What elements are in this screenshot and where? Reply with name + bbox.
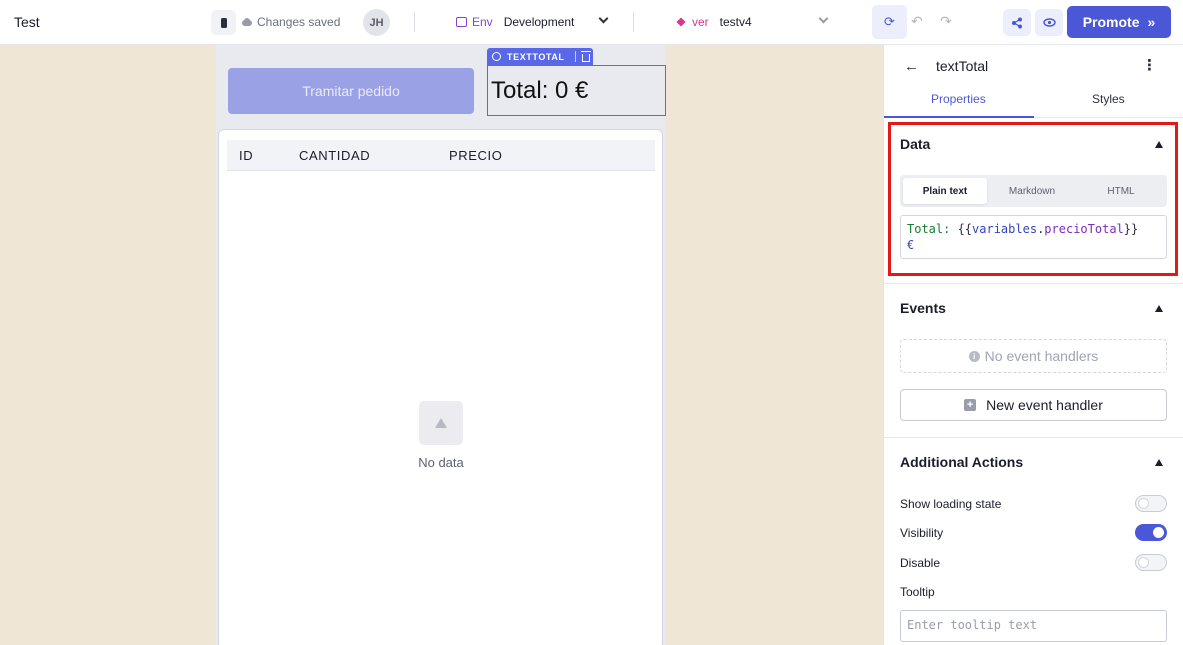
double-chevron-right-icon: » [1147,14,1156,30]
total-text: Total: 0 € [491,77,589,104]
no-event-handlers: i No event handlers [900,339,1167,373]
table-header: ID CANTIDAD PRECIO [227,140,655,171]
divider [884,283,1183,284]
visibility-toggle[interactable] [1135,524,1167,541]
visibility-label: Visibility [900,526,944,540]
tooltip-label: Tooltip [900,585,935,599]
cloud-icon [241,18,253,26]
sync-button[interactable]: ⟳ [872,5,907,39]
more-options-icon[interactable]: ⋮ [1142,56,1157,74]
selected-component-label[interactable]: TEXTTOTAL [487,48,593,65]
gear-icon [492,52,501,61]
highlight-box [888,122,1178,276]
show-loading-toggle[interactable] [1135,495,1167,512]
component-label-text: TEXTTOTAL [507,51,565,62]
tramitar-pedido-button[interactable]: Tramitar pedido [228,68,474,114]
plus-icon: + [964,399,977,411]
disable-label: Disable [900,556,941,570]
version-selector[interactable]: ver testv4 [676,15,752,29]
section-title-additional-actions[interactable]: Additional Actions [900,454,1023,470]
divider [633,12,634,32]
column-header-cantidad[interactable]: CANTIDAD [299,148,370,163]
preview-button[interactable] [1035,9,1063,36]
active-tab-indicator [884,116,1034,118]
trash-icon[interactable] [580,50,591,62]
column-header-id[interactable]: ID [239,148,253,163]
undo-icon[interactable]: ↶ [911,13,923,30]
new-handler-label: New event handler [986,397,1103,413]
collapse-caret-icon[interactable] [1155,305,1163,312]
back-arrow-icon[interactable]: ← [904,58,919,75]
version-value: testv4 [719,15,752,29]
divider [574,51,576,62]
environment-selector[interactable]: Env Development [456,15,574,29]
version-layers-icon [676,17,687,28]
tab-properties[interactable]: Properties [931,92,986,106]
version-chevron-down-icon[interactable] [818,13,829,24]
save-status: Changes saved [241,15,340,29]
device-toggle-button[interactable] [211,10,236,35]
app-name: Test [14,14,40,30]
orders-table: ID CANTIDAD PRECIO No data [218,129,663,645]
tooltip-input[interactable]: Enter tooltip text [900,610,1167,642]
empty-state-text: No data [418,455,464,470]
show-loading-label: Show loading state [900,497,1002,511]
divider [884,437,1183,438]
save-status-text: Changes saved [257,15,341,29]
top-bar: Test Changes saved JH Env Development ve… [0,0,1183,45]
version-label: ver [692,15,709,29]
share-icon [1012,17,1022,28]
device-phone-icon [220,17,227,28]
environment-icon [456,17,467,27]
text-total-component[interactable]: Total: 0 € [487,65,666,116]
empty-state-icon [419,401,463,445]
share-button[interactable] [1003,9,1031,36]
sync-icon: ⟳ [884,14,895,29]
preview-eye-icon [1042,18,1056,27]
info-icon: i [968,350,980,362]
component-name[interactable]: textTotal [936,58,988,74]
disable-toggle[interactable] [1135,554,1167,571]
no-handlers-text: No event handlers [984,348,1099,364]
new-event-handler-button[interactable]: + New event handler [900,389,1167,421]
collapse-caret-icon[interactable] [1155,459,1163,466]
section-title-events[interactable]: Events [900,300,946,316]
env-value: Development [503,15,575,29]
env-label: Env [472,15,493,29]
env-chevron-down-icon[interactable] [598,13,609,24]
divider [414,12,415,32]
user-avatar[interactable]: JH [363,9,390,36]
redo-icon[interactable]: ↷ [940,13,952,30]
column-header-precio[interactable]: PRECIO [449,148,502,163]
promote-label: Promote [1082,14,1140,30]
warning-triangle-icon [435,418,447,428]
promote-button[interactable]: Promote » [1067,6,1171,38]
inspector-panel: ← textTotal ⋮ Properties Styles Data Pla… [883,45,1183,645]
tab-styles[interactable]: Styles [1092,92,1125,106]
